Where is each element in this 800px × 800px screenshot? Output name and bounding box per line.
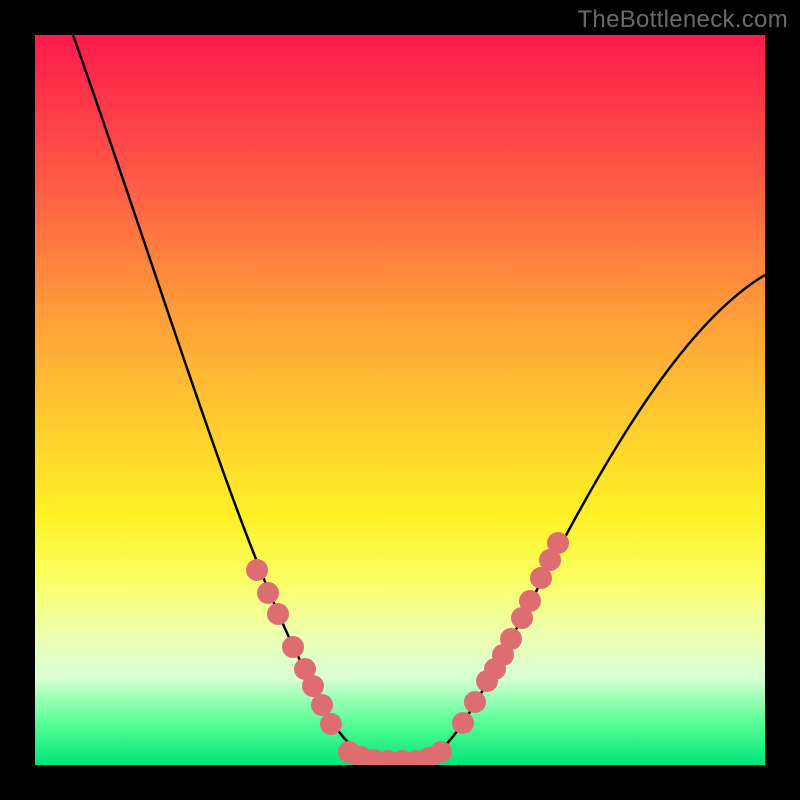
scatter-group bbox=[246, 532, 569, 765]
scatter-point bbox=[246, 559, 268, 581]
scatter-point bbox=[267, 603, 289, 625]
scatter-point bbox=[547, 532, 569, 554]
scatter-point bbox=[430, 741, 452, 763]
scatter-point bbox=[500, 628, 522, 650]
bottleneck-curve bbox=[73, 35, 765, 763]
scatter-point bbox=[311, 694, 333, 716]
bottleneck-curve-svg bbox=[35, 35, 765, 765]
chart-frame: TheBottleneck.com bbox=[0, 0, 800, 800]
scatter-point bbox=[320, 713, 342, 735]
scatter-point bbox=[464, 691, 486, 713]
scatter-point bbox=[257, 582, 279, 604]
scatter-point bbox=[302, 675, 324, 697]
scatter-point bbox=[452, 712, 474, 734]
scatter-point bbox=[282, 636, 304, 658]
scatter-point bbox=[519, 590, 541, 612]
watermark-text: TheBottleneck.com bbox=[577, 6, 788, 34]
bottleneck-plot-area bbox=[35, 35, 765, 765]
